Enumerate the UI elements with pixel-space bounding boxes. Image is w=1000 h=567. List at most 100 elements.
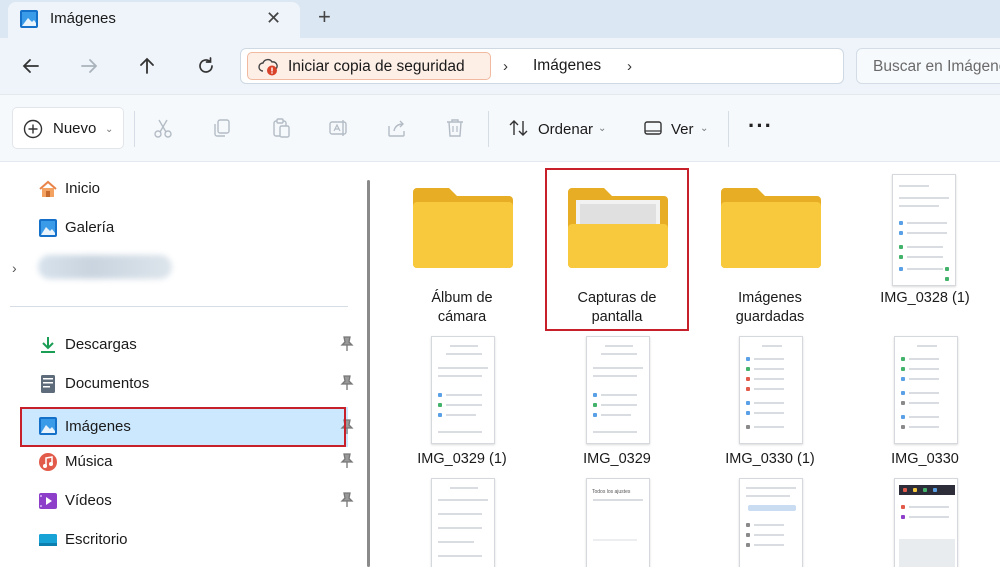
- breadcrumb-separator[interactable]: ›: [503, 58, 508, 75]
- pin-icon[interactable]: [340, 492, 354, 508]
- backup-button[interactable]: Iniciar copia de seguridad: [247, 52, 491, 80]
- image-thumbnail: [894, 478, 958, 567]
- sidebar-item-label: Música: [65, 453, 113, 470]
- file-img-0330[interactable]: IMG_0330: [850, 334, 1000, 474]
- image-thumbnail: [431, 478, 495, 567]
- chevron-down-icon: ⌄: [700, 123, 709, 134]
- thumbnail-caption: Todos los ajustes: [592, 489, 631, 495]
- file-label: IMG_0330: [891, 451, 959, 467]
- image-thumbnail: [739, 478, 803, 567]
- file-img-0329-1[interactable]: IMG_0329 (1): [387, 334, 537, 474]
- videos-icon: [39, 493, 57, 509]
- folder-imagenes-guardadas[interactable]: Imágenes guardadas: [695, 182, 845, 332]
- home-icon: [39, 180, 57, 197]
- image-thumbnail: Todos los ajustes: [586, 478, 650, 567]
- sidebar-divider: [10, 306, 348, 307]
- gallery-icon: [39, 219, 57, 237]
- plus-circle-icon: [23, 119, 43, 139]
- sidebar-item-musica[interactable]: Música: [20, 445, 354, 477]
- view-button[interactable]: Ver: [671, 121, 694, 138]
- file-view: Álbum de cámara Capturas de pantalla Imá…: [380, 162, 1000, 567]
- file-img-0330-1[interactable]: IMG_0330 (1): [695, 334, 845, 474]
- file-thumbnail-row3-2[interactable]: Todos los ajustes: [542, 476, 692, 567]
- sidebar-item-label: Galería: [65, 219, 115, 236]
- image-thumbnail: [586, 336, 650, 444]
- cut-icon[interactable]: [152, 117, 174, 139]
- new-button[interactable]: Nuevo ⌄: [12, 107, 124, 149]
- search-placeholder: Buscar en Imágenes: [873, 58, 1000, 75]
- file-label: IMG_0328 (1): [880, 290, 970, 306]
- music-icon: [39, 453, 57, 471]
- download-icon: [41, 337, 55, 353]
- image-thumbnail: [892, 174, 956, 286]
- folder-album-camara[interactable]: Álbum de cámara: [387, 182, 537, 332]
- image-thumbnail: [431, 336, 495, 444]
- paste-icon[interactable]: [270, 117, 292, 139]
- sidebar-item-documentos[interactable]: Documentos: [20, 367, 354, 399]
- toolbar-divider: [728, 111, 729, 147]
- folder-icon: [413, 188, 513, 268]
- image-thumbnail: [739, 336, 803, 444]
- trash-icon[interactable]: [444, 117, 466, 139]
- breadcrumb-imagenes[interactable]: Imágenes: [533, 57, 601, 75]
- documents-icon: [41, 375, 55, 393]
- refresh-icon[interactable]: [193, 53, 219, 79]
- command-bar: Nuevo ⌄ Ordenar ⌄ Ver ⌄ ···: [0, 94, 1000, 162]
- breadcrumb-separator[interactable]: ›: [627, 58, 632, 75]
- tab-imagenes[interactable]: Imágenes ✕: [8, 2, 300, 38]
- blurred-account-item[interactable]: [38, 255, 172, 279]
- file-thumbnail-row3-4[interactable]: [850, 476, 1000, 567]
- chevron-right-icon[interactable]: ›: [12, 260, 17, 276]
- close-tab-icon[interactable]: ✕: [266, 9, 281, 27]
- sidebar-item-galeria[interactable]: Galería: [20, 211, 348, 243]
- navigation-pane: Inicio Galería › Descargas Documentos Im…: [0, 162, 358, 567]
- chevron-down-icon: ⌄: [598, 123, 607, 134]
- file-label: IMG_0330 (1): [725, 451, 815, 467]
- file-thumbnail-row3-1[interactable]: [387, 476, 537, 567]
- pin-icon[interactable]: [340, 336, 354, 352]
- rename-icon[interactable]: [328, 117, 350, 139]
- more-options-button[interactable]: ···: [748, 113, 773, 139]
- toolbar-divider: [488, 111, 489, 147]
- file-img-0329[interactable]: IMG_0329: [542, 334, 692, 474]
- sidebar-item-descargas[interactable]: Descargas: [20, 328, 354, 360]
- chevron-down-icon: ⌄: [105, 124, 114, 135]
- copy-icon[interactable]: [211, 117, 233, 139]
- toolbar-divider: [134, 111, 135, 147]
- sort-icon[interactable]: [508, 117, 530, 139]
- folder-label: Álbum de cámara: [431, 290, 493, 325]
- sort-button[interactable]: Ordenar: [538, 121, 593, 138]
- search-input[interactable]: Buscar en Imágenes: [856, 48, 1000, 84]
- highlight-box: [20, 407, 346, 447]
- file-thumbnail-row3-3[interactable]: [695, 476, 845, 567]
- forward-arrow-icon[interactable]: [76, 53, 102, 79]
- navigation-bar: Iniciar copia de seguridad › Imágenes › …: [0, 38, 1000, 94]
- pin-icon[interactable]: [340, 375, 354, 391]
- image-thumbnail: [894, 336, 958, 444]
- up-arrow-icon[interactable]: [134, 53, 160, 79]
- share-icon[interactable]: [386, 117, 408, 139]
- title-bar: Imágenes ✕ +: [0, 0, 1000, 38]
- sidebar-item-inicio[interactable]: Inicio: [20, 172, 348, 204]
- address-bar[interactable]: Iniciar copia de seguridad › Imágenes ›: [240, 48, 844, 84]
- pin-icon[interactable]: [340, 453, 354, 469]
- pictures-icon: [20, 10, 38, 28]
- sidebar-item-videos[interactable]: Vídeos: [20, 484, 354, 516]
- new-button-label: Nuevo: [53, 120, 97, 137]
- file-label: IMG_0329: [583, 451, 651, 467]
- sidebar-item-label: Vídeos: [65, 492, 112, 509]
- file-label: IMG_0329 (1): [417, 451, 507, 467]
- file-img-0328-1[interactable]: IMG_0328 (1): [850, 172, 1000, 322]
- folder-icon: [721, 188, 821, 268]
- sidebar-item-label: Escritorio: [65, 531, 128, 548]
- desktop-icon: [39, 534, 57, 546]
- sidebar-item-label: Inicio: [65, 180, 101, 197]
- sidebar-item-escritorio[interactable]: Escritorio: [20, 523, 348, 555]
- back-arrow-icon[interactable]: [18, 53, 44, 79]
- pane-splitter[interactable]: [367, 180, 370, 567]
- tab-title: Imágenes: [50, 10, 116, 27]
- new-tab-button[interactable]: +: [318, 6, 331, 28]
- highlight-box: [545, 168, 689, 331]
- view-icon[interactable]: [642, 117, 664, 139]
- sidebar-item-label: Descargas: [65, 336, 137, 353]
